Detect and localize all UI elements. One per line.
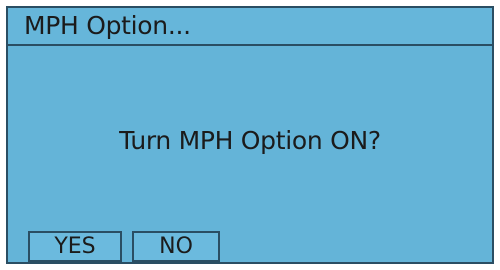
mph-option-dialog: MPH Option... Turn MPH Option ON? YES NO (6, 6, 494, 264)
dialog-titlebar: MPH Option... (8, 8, 492, 46)
no-button[interactable]: NO (132, 231, 220, 262)
dialog-message: Turn MPH Option ON? (119, 126, 381, 155)
dialog-title: MPH Option... (24, 11, 191, 40)
yes-button[interactable]: YES (28, 231, 122, 262)
